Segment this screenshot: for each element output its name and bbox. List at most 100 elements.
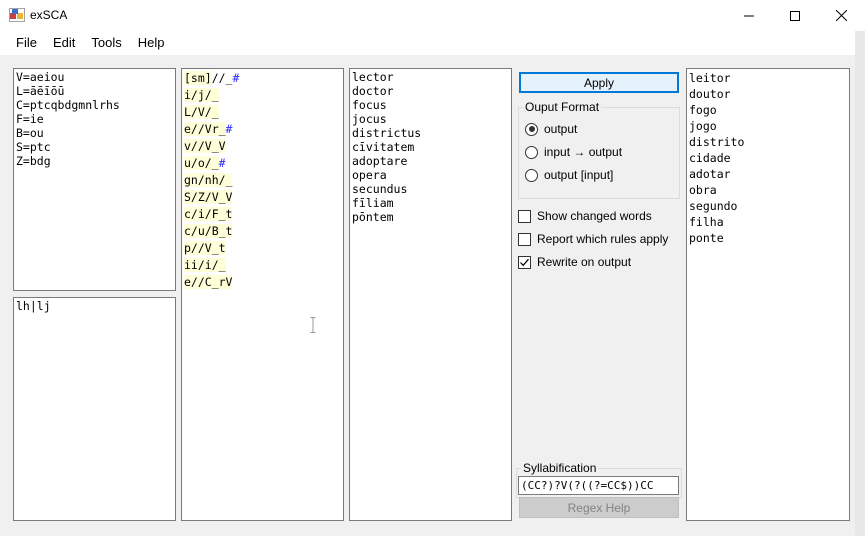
rule-text: S/Z/V_V	[184, 190, 233, 204]
title-bar: exSCA	[0, 0, 865, 31]
input-word: opera	[352, 168, 387, 182]
syllabification-title: Syllabification	[521, 461, 599, 475]
menu-tools[interactable]: Tools	[83, 33, 129, 53]
rule-line: p//V_t	[184, 240, 341, 257]
rule-text: ii/i/_	[184, 258, 226, 272]
maximize-button[interactable]	[772, 0, 818, 31]
radio-output-circle[interactable]	[525, 122, 538, 136]
category-line: V=aeiou	[16, 70, 65, 84]
rule-line: L/V/_	[184, 104, 341, 121]
window-edge	[855, 31, 865, 536]
output-word: jogo	[689, 119, 717, 133]
rule-text: p//V_t	[184, 241, 226, 255]
checkmark-icon	[520, 258, 529, 266]
rule-text: e//C_rV	[184, 275, 233, 289]
input-word: districtus	[352, 126, 422, 140]
close-icon	[835, 10, 847, 21]
input-words-textbox[interactable]: lector doctor focus jocus districtus cīvitate…	[349, 68, 512, 521]
rule-line: c/i/F_t	[184, 206, 341, 223]
menu-file[interactable]: File	[8, 33, 45, 53]
menu-edit[interactable]: Edit	[45, 33, 83, 53]
minimize-button[interactable]	[726, 0, 772, 31]
maximize-icon	[790, 10, 800, 21]
window-title: exSCA	[30, 8, 68, 22]
radio-output-input-label: output [input]	[544, 168, 614, 182]
output-word: ponte	[689, 231, 724, 245]
rule-line: gn/nh/_	[184, 172, 341, 189]
radio-output-label: output	[544, 122, 578, 136]
rule-text: i/j/_	[184, 88, 219, 102]
category-line: Z=bdg	[16, 154, 51, 168]
input-word: doctor	[352, 84, 394, 98]
category-line: B=ou	[16, 126, 44, 140]
rule-text: L/V/_	[184, 105, 219, 119]
output-word: distrito	[689, 135, 745, 149]
rules-textbox[interactable]: [sm]//_# i/j/_ L/V/_ e//Vr_# v//V_V u/o/_# gn/…	[181, 68, 344, 521]
check-show-changed[interactable]: Show changed words	[518, 209, 652, 223]
radio-input-output-label: input → output	[544, 145, 623, 159]
input-word: cīvitatem	[352, 140, 415, 154]
check-show-changed-box[interactable]	[518, 209, 531, 223]
category-line: L=āēīōū	[16, 84, 65, 98]
rule-boundary: #	[218, 156, 226, 170]
rule-line: ii/i/_	[184, 257, 341, 274]
output-words-textbox[interactable]: leitor doutor fogo jogo distrito cidade adotar…	[686, 68, 850, 521]
text-cursor-icon	[310, 317, 316, 333]
input-word: fīliam	[352, 196, 394, 210]
rule-text: c/u/B_t	[184, 224, 233, 238]
rule-line: i/j/_	[184, 87, 341, 104]
rule-bracket: [sm]	[184, 71, 212, 85]
app-icon	[9, 8, 25, 22]
rewrite-line: lh|lj	[16, 299, 51, 313]
input-word: lector	[352, 70, 394, 84]
rule-line: [sm]//_#	[184, 70, 341, 87]
output-word: cidade	[689, 151, 731, 165]
radio-output-input-circle[interactable]	[525, 168, 538, 182]
radio-output-input[interactable]: output [input]	[525, 168, 613, 182]
rule-text: c/i/F_t	[184, 207, 233, 221]
rule-line: e//C_rV	[184, 274, 341, 291]
output-word: adotar	[689, 167, 731, 181]
input-word: focus	[352, 98, 387, 112]
rule-text: u/o/_	[184, 156, 219, 170]
output-word: leitor	[689, 71, 731, 85]
rule-line: u/o/_#	[184, 155, 341, 172]
minimize-icon	[744, 15, 754, 16]
check-report-rules-box[interactable]	[518, 232, 531, 246]
check-show-changed-label: Show changed words	[537, 209, 652, 223]
radio-input-output[interactable]: input → output	[525, 145, 622, 159]
output-word: obra	[689, 183, 717, 197]
rule-text: gn/nh/_	[184, 173, 233, 187]
check-report-rules[interactable]: Report which rules apply	[518, 232, 668, 246]
radio-input-output-circle[interactable]	[525, 145, 538, 159]
menu-help[interactable]: Help	[130, 33, 173, 53]
output-format-title: Ouput Format	[523, 100, 602, 114]
check-report-rules-label: Report which rules apply	[537, 232, 669, 246]
rule-line: e//Vr_#	[184, 121, 341, 138]
regex-help-button[interactable]: Regex Help	[519, 497, 679, 518]
rule-boundary: #	[232, 71, 240, 85]
rule-line: v//V_V	[184, 138, 341, 155]
input-word: jocus	[352, 112, 387, 126]
output-word: segundo	[689, 199, 738, 213]
check-rewrite-output-box[interactable]	[518, 255, 531, 269]
check-rewrite-output[interactable]: Rewrite on output	[518, 255, 631, 269]
output-word: filha	[689, 215, 724, 229]
apply-button[interactable]: Apply	[519, 72, 679, 93]
rule-text: v//V_V	[184, 139, 226, 153]
category-line: F=ie	[16, 112, 44, 126]
syllabification-input[interactable]: (CC?)?V(?((?=CC$))CC	[518, 476, 679, 495]
rule-line: S/Z/V_V	[184, 189, 341, 206]
categories-textbox[interactable]: V=aeiou L=āēīōū C=ptcqbdgmnlrhs F=ie B=o…	[13, 68, 176, 291]
close-button[interactable]	[818, 0, 864, 31]
output-word: fogo	[689, 103, 717, 117]
rule-line: c/u/B_t	[184, 223, 341, 240]
rule-text: //_	[211, 71, 233, 85]
rewrite-textbox[interactable]: lh|lj	[13, 297, 176, 521]
radio-output[interactable]: output	[525, 122, 577, 136]
menu-bar: File Edit Tools Help	[0, 31, 865, 55]
rule-boundary: #	[225, 122, 233, 136]
check-rewrite-output-label: Rewrite on output	[537, 255, 632, 269]
rule-text: e//Vr_	[184, 122, 226, 136]
input-word: pōntem	[352, 210, 394, 224]
